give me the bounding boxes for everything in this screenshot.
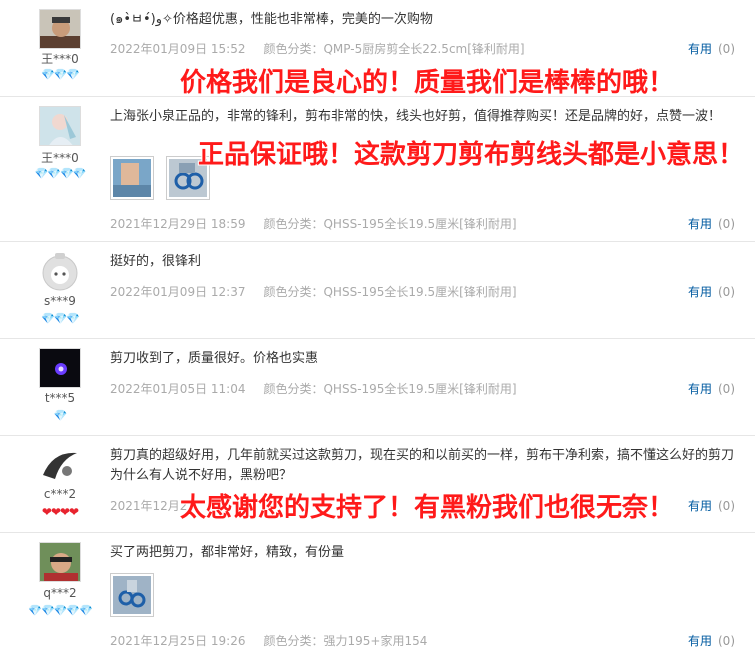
- review-meta: 2021年12月29日 18:59 颜色分类：QHSS-195全长19.5厘米[锋…: [110, 215, 517, 232]
- promo-overlay-text: 正品保证哦！这款剪刀剪布剪线头都是小意思！: [198, 140, 745, 170]
- avatar[interactable]: [39, 445, 81, 485]
- review-meta: 2021年12月25日 19:26 颜色分类：强力195+家用154: [110, 632, 427, 649]
- username[interactable]: s***9: [0, 294, 120, 308]
- level-badges: 💎💎💎: [40, 68, 80, 81]
- review-item: q***2 💎💎💎💎💎 买了两把剪刀，都非常好，精致，有份量 2021年12月2…: [0, 533, 755, 660]
- review-item: s***9 💎💎💎 挺好的，很锋利 2022年01月09日 12:37 颜色分类：…: [0, 242, 755, 339]
- promo-overlay-text: 太感谢您的支持了！有黑粉我们也很无奈！: [180, 493, 675, 523]
- avatar[interactable]: [39, 542, 81, 582]
- review-text: 买了两把剪刀，都非常好，精致，有份量: [110, 545, 345, 560]
- review-spec: 颜色分类：QHSS-195全长19.5厘米[锋利耐用]: [263, 217, 517, 231]
- review-spec: 颜色分类：强力195+家用154: [263, 634, 428, 648]
- useful-control: 有用 (0): [688, 283, 735, 300]
- useful-count: (0): [718, 499, 735, 513]
- avatar[interactable]: [39, 251, 81, 291]
- useful-count: (0): [718, 382, 735, 396]
- useful-control: 有用 (0): [688, 632, 735, 649]
- useful-control: 有用 (0): [688, 497, 735, 514]
- review-text: (๑•̀ㅂ•́)و✧价格超优惠，性能也非常棒，完美的一次购物: [110, 12, 433, 27]
- level-badges: ❤❤❤❤: [41, 505, 79, 519]
- useful-count: (0): [718, 217, 735, 231]
- username[interactable]: c***2: [0, 487, 120, 501]
- useful-button[interactable]: 有用: [688, 634, 712, 648]
- useful-control: 有用 (0): [688, 380, 735, 397]
- username[interactable]: q***2: [0, 586, 120, 600]
- review-text: 挺好的，很锋利: [110, 254, 202, 269]
- useful-button[interactable]: 有用: [688, 285, 712, 299]
- useful-button[interactable]: 有用: [688, 217, 712, 231]
- level-badges: 💎: [53, 409, 68, 422]
- review-spec: 颜色分类：QHSS-195全长19.5厘米[锋利耐用]: [263, 285, 517, 299]
- useful-count: (0): [718, 634, 735, 648]
- username[interactable]: t***5: [0, 391, 120, 405]
- review-item: t***5 💎 剪刀收到了，质量很好。价格也实惠 2022年01月05日 11:…: [0, 339, 755, 436]
- avatar[interactable]: [39, 9, 81, 49]
- review-date: 2022年01月09日 15:52: [110, 42, 246, 56]
- review-meta: 2022年01月09日 15:52 颜色分类：QMP-5厨房剪全长22.5cm[锋…: [110, 40, 525, 57]
- avatar[interactable]: [39, 348, 81, 388]
- useful-button[interactable]: 有用: [688, 382, 712, 396]
- useful-button[interactable]: 有用: [688, 42, 712, 56]
- level-badges: 💎💎💎💎💎: [28, 604, 92, 617]
- review-text: 剪刀收到了，质量很好。价格也实惠: [110, 351, 319, 366]
- review-text: 上海张小泉正品的，非常的锋利，剪布非常的快，线头也好剪，值得推荐购买！还是品牌的…: [110, 109, 722, 124]
- username[interactable]: 王***0: [0, 149, 120, 166]
- useful-control: 有用 (0): [688, 40, 735, 57]
- useful-count: (0): [718, 42, 735, 56]
- review-meta: 2022年01月05日 11:04 颜色分类：QHSS-195全长19.5厘米[锋…: [110, 380, 517, 397]
- review-date: 2022年01月09日 12:37: [110, 285, 246, 299]
- level-badges: 💎💎💎: [40, 312, 80, 325]
- review-date: 2021年12月25日 19:26: [110, 634, 246, 648]
- review-photo[interactable]: [110, 156, 154, 200]
- review-date: 2021年12月29日 18:59: [110, 217, 246, 231]
- review-spec: 颜色分类：QHSS-195全长19.5厘米[锋利耐用]: [263, 382, 517, 396]
- avatar[interactable]: [39, 106, 81, 146]
- useful-button[interactable]: 有用: [688, 499, 712, 513]
- promo-overlay-text: 价格我们是良心的！质量我们是棒棒的哦！: [180, 68, 675, 98]
- useful-control: 有用 (0): [688, 215, 735, 232]
- review-text: 剪刀真的超级好用，几年前就买过这款剪刀，现在买的和以前买的一样，剪布干净利索，搞…: [110, 448, 735, 483]
- review-photo[interactable]: [110, 573, 154, 617]
- review-spec: 颜色分类：QMP-5厨房剪全长22.5cm[锋利耐用]: [263, 42, 525, 56]
- username[interactable]: 王***0: [0, 50, 120, 67]
- useful-count: (0): [718, 285, 735, 299]
- review-meta: 2022年01月09日 12:37 颜色分类：QHSS-195全长19.5厘米[锋…: [110, 283, 517, 300]
- level-badges: 💎💎💎💎: [34, 167, 87, 180]
- review-date: 2022年01月05日 11:04: [110, 382, 246, 396]
- review-date: 2021年12月2: [110, 499, 188, 513]
